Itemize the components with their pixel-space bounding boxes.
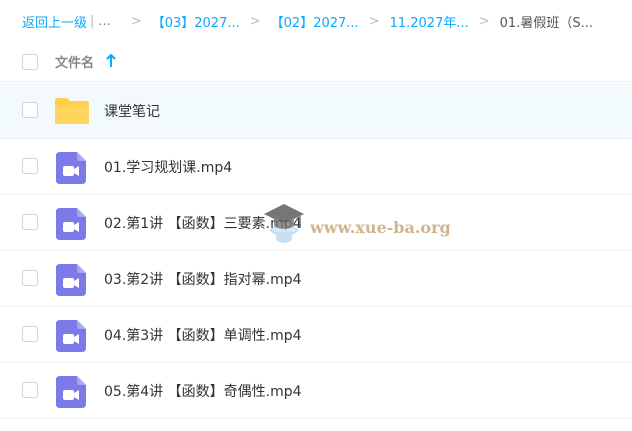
- breadcrumb-separator: >: [130, 13, 142, 29]
- file-name[interactable]: 02.第1讲 【函数】三要素.mp4: [104, 213, 302, 233]
- select-all-checkbox[interactable]: [22, 53, 38, 70]
- arrow-up-icon[interactable]: [106, 54, 116, 68]
- breadcrumb-ellipsis[interactable]: ...: [98, 14, 110, 29]
- file-row[interactable]: 01.学习规划课.mp4: [0, 139, 632, 195]
- video-file-icon: [56, 320, 86, 352]
- file-row[interactable]: 02.第1讲 【函数】三要素.mp4: [0, 195, 632, 251]
- breadcrumb-separator: >: [368, 13, 380, 29]
- file-name[interactable]: 05.第4讲 【函数】奇偶性.mp4: [104, 381, 302, 401]
- row-checkbox[interactable]: [22, 214, 38, 230]
- back-link[interactable]: 返回上一级: [22, 12, 87, 31]
- breadcrumb-current: 01.暑假班（S...: [499, 15, 593, 31]
- file-list-header: 文件名: [0, 42, 632, 82]
- column-filename[interactable]: 文件名: [55, 52, 94, 71]
- video-file-icon: [56, 376, 86, 408]
- row-checkbox[interactable]: [22, 326, 38, 342]
- video-file-icon: [56, 264, 86, 296]
- file-row[interactable]: 04.第3讲 【函数】单调性.mp4: [0, 307, 632, 363]
- breadcrumb-item-1[interactable]: 【03】2027...: [152, 12, 240, 31]
- file-name[interactable]: 课堂笔记: [104, 101, 160, 121]
- file-name[interactable]: 01.学习规划课.mp4: [104, 157, 232, 177]
- file-row[interactable]: 03.第2讲 【函数】指对幂.mp4: [0, 251, 632, 307]
- file-row[interactable]: 课堂笔记: [0, 83, 632, 139]
- breadcrumb: 返回上一级 | ... > 【03】2027... > 【02】2027... …: [0, 0, 632, 42]
- breadcrumb-pipe: |: [90, 13, 95, 29]
- folder-icon: [55, 98, 89, 124]
- video-file-icon: [56, 208, 86, 240]
- row-checkbox[interactable]: [22, 270, 38, 286]
- video-file-icon: [56, 152, 86, 184]
- file-name[interactable]: 03.第2讲 【函数】指对幂.mp4: [104, 269, 302, 289]
- breadcrumb-separator: >: [478, 13, 490, 29]
- row-checkbox[interactable]: [22, 158, 38, 174]
- row-checkbox[interactable]: [22, 382, 38, 398]
- breadcrumb-item-3[interactable]: 11.2027年...: [390, 12, 469, 31]
- row-checkbox[interactable]: [22, 102, 38, 118]
- breadcrumb-separator: >: [249, 13, 261, 29]
- file-row[interactable]: 05.第4讲 【函数】奇偶性.mp4: [0, 363, 632, 419]
- breadcrumb-item-2[interactable]: 【02】2027...: [271, 12, 359, 31]
- file-name[interactable]: 04.第3讲 【函数】单调性.mp4: [104, 325, 302, 345]
